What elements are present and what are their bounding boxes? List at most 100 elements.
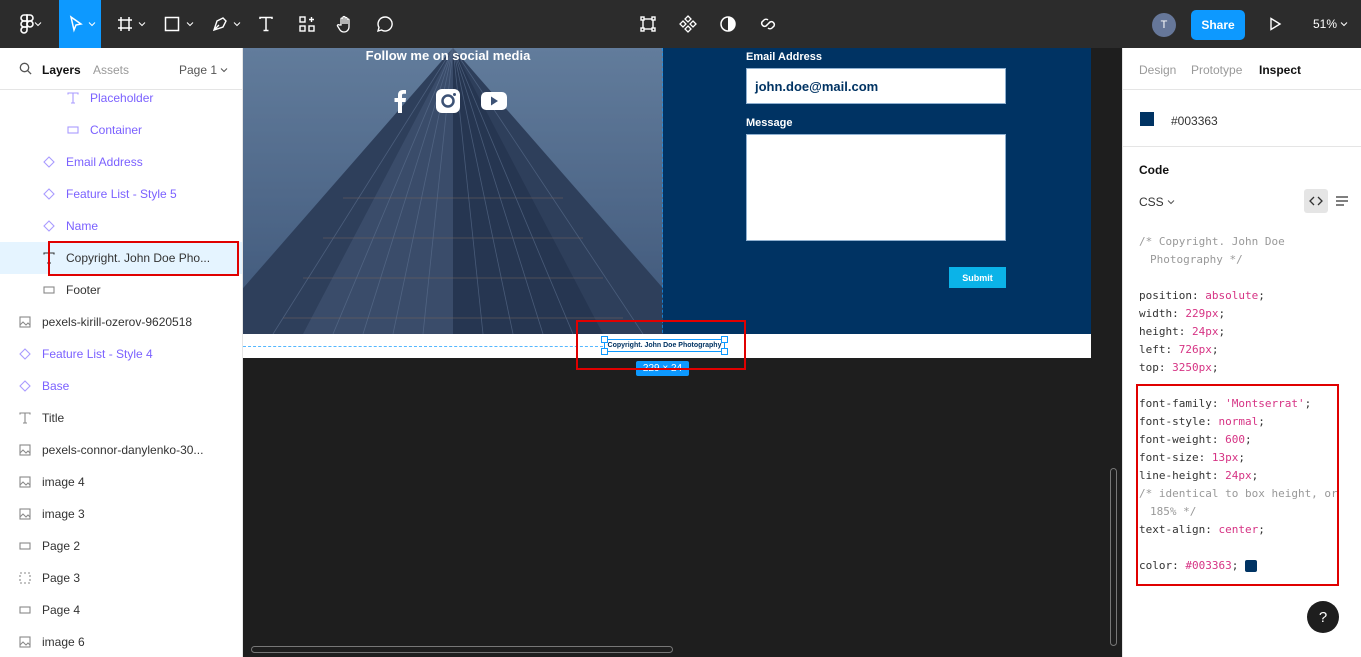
layer-row[interactable]: Title bbox=[0, 402, 242, 434]
facebook-icon[interactable] bbox=[393, 89, 407, 113]
layer-label: Base bbox=[42, 379, 70, 393]
list-view-button[interactable] bbox=[1330, 189, 1354, 213]
chevron-down-icon[interactable] bbox=[186, 20, 194, 28]
layer-row[interactable]: Page 3 bbox=[0, 562, 242, 594]
layer-row[interactable]: image 6 bbox=[0, 626, 242, 657]
link-button[interactable] bbox=[756, 10, 780, 38]
list-icon bbox=[1336, 196, 1348, 206]
color-hex[interactable]: #003363 bbox=[1171, 114, 1218, 128]
component-instance-icon bbox=[42, 187, 56, 201]
layer-row[interactable]: Container bbox=[0, 114, 242, 146]
tab-prototype[interactable]: Prototype bbox=[1191, 63, 1242, 77]
layer-row[interactable]: Page 4 bbox=[0, 594, 242, 626]
play-icon bbox=[1270, 17, 1282, 31]
help-button[interactable]: ? bbox=[1307, 601, 1339, 633]
layer-row[interactable]: image 4 bbox=[0, 466, 242, 498]
code-line: height: 24px; bbox=[1139, 325, 1226, 338]
chevron-down-icon[interactable] bbox=[34, 20, 42, 28]
tab-design[interactable]: Design bbox=[1139, 63, 1176, 77]
layer-label: Name bbox=[66, 219, 99, 233]
image-icon bbox=[18, 507, 32, 521]
layer-row[interactable]: Name bbox=[0, 210, 242, 242]
help-label: ? bbox=[1318, 608, 1328, 626]
shape-tool-button[interactable] bbox=[160, 10, 184, 38]
highlight-box bbox=[576, 320, 746, 370]
page-selector[interactable]: Page 1 bbox=[179, 63, 228, 77]
message-field[interactable] bbox=[746, 134, 1006, 241]
code-line: top: 3250px; bbox=[1139, 361, 1219, 374]
share-button[interactable]: Share bbox=[1191, 10, 1245, 40]
layer-row[interactable]: image 3 bbox=[0, 498, 242, 530]
vertical-scrollbar[interactable] bbox=[1110, 468, 1117, 646]
color-swatch[interactable] bbox=[1140, 112, 1154, 126]
chevron-down-icon[interactable] bbox=[138, 20, 146, 28]
hand-tool-button[interactable] bbox=[332, 10, 358, 38]
code-view-button[interactable] bbox=[1304, 189, 1328, 213]
layer-label: image 4 bbox=[42, 475, 85, 489]
social-heading: Follow me on social media bbox=[365, 48, 531, 63]
canvas[interactable]: Follow me on social media Email Address … bbox=[243, 48, 1122, 657]
email-field[interactable]: john.doe@mail.com bbox=[746, 68, 1006, 104]
layer-row[interactable]: Feature List - Style 5 bbox=[0, 178, 242, 210]
layer-label: Page 4 bbox=[42, 603, 81, 617]
zoom-level: 51% bbox=[1313, 17, 1338, 31]
create-component-button[interactable] bbox=[676, 10, 700, 38]
tab-layers[interactable]: Layers bbox=[42, 63, 81, 77]
move-tool-button[interactable] bbox=[59, 0, 101, 48]
layer-row[interactable]: Footer bbox=[0, 274, 242, 306]
language-dropdown[interactable]: CSS bbox=[1139, 195, 1175, 209]
chevron-down-icon bbox=[88, 22, 96, 27]
pen-tool-button[interactable] bbox=[208, 10, 232, 38]
email-field-value: john.doe@mail.com bbox=[755, 78, 879, 94]
present-button[interactable] bbox=[1264, 10, 1286, 38]
text-icon bbox=[18, 411, 32, 425]
layer-row[interactable]: Feature List - Style 4 bbox=[0, 338, 242, 370]
tab-inspect[interactable]: Inspect bbox=[1259, 63, 1301, 77]
mask-button[interactable] bbox=[716, 10, 740, 38]
code-line: font-weight: 600; bbox=[1139, 433, 1252, 446]
link-icon bbox=[760, 18, 776, 30]
layer-label: Placeholder bbox=[90, 91, 154, 105]
code-line: line-height: 24px; bbox=[1139, 469, 1259, 482]
edit-object-button[interactable] bbox=[636, 10, 660, 38]
layer-row[interactable]: pexels-connor-danylenko-30... bbox=[0, 434, 242, 466]
rectangle-icon bbox=[42, 283, 56, 297]
youtube-icon[interactable] bbox=[481, 92, 507, 110]
component-instance-icon bbox=[18, 347, 32, 361]
resources-button[interactable] bbox=[294, 10, 320, 38]
frame-tool-button[interactable] bbox=[112, 10, 138, 38]
layer-label: pexels-connor-danylenko-30... bbox=[42, 443, 204, 457]
code-line: font-family: 'Montserrat'; bbox=[1139, 397, 1312, 410]
chevron-down-icon bbox=[1167, 200, 1175, 205]
layer-row[interactable]: Base bbox=[0, 370, 242, 402]
image-icon bbox=[18, 443, 32, 457]
layer-row[interactable]: Placeholder bbox=[0, 82, 242, 114]
layer-row[interactable]: Email Address bbox=[0, 146, 242, 178]
avatar[interactable]: T bbox=[1152, 13, 1176, 37]
text-icon bbox=[259, 16, 273, 32]
search-icon[interactable] bbox=[19, 62, 32, 75]
layer-row[interactable]: Page 2 bbox=[0, 530, 242, 562]
layer-row[interactable]: pexels-kirill-ozerov-9620518 bbox=[0, 306, 242, 338]
code-comment: Photography */ bbox=[1150, 253, 1243, 266]
dashed-frame-icon bbox=[18, 571, 32, 585]
text-tool-button[interactable] bbox=[254, 10, 278, 38]
transform-icon bbox=[640, 16, 656, 32]
submit-button[interactable]: Submit bbox=[949, 267, 1006, 288]
code-icon bbox=[1309, 196, 1323, 206]
instagram-icon[interactable] bbox=[435, 88, 461, 114]
comment-icon bbox=[376, 16, 393, 33]
chevron-down-icon bbox=[221, 68, 228, 73]
layer-label: Page 2 bbox=[42, 539, 81, 553]
divider bbox=[1123, 146, 1361, 147]
layer-label: Container bbox=[90, 123, 143, 137]
tab-assets[interactable]: Assets bbox=[93, 63, 129, 77]
code-heading: Code bbox=[1139, 163, 1169, 177]
zoom-dropdown[interactable]: 51% bbox=[1313, 17, 1348, 31]
code-line: font-size: 13px; bbox=[1139, 451, 1245, 464]
comment-tool-button[interactable] bbox=[372, 10, 398, 38]
hand-icon bbox=[336, 15, 350, 33]
rectangle-icon bbox=[18, 539, 32, 553]
horizontal-scrollbar[interactable] bbox=[251, 646, 673, 653]
chevron-down-icon[interactable] bbox=[233, 20, 241, 28]
